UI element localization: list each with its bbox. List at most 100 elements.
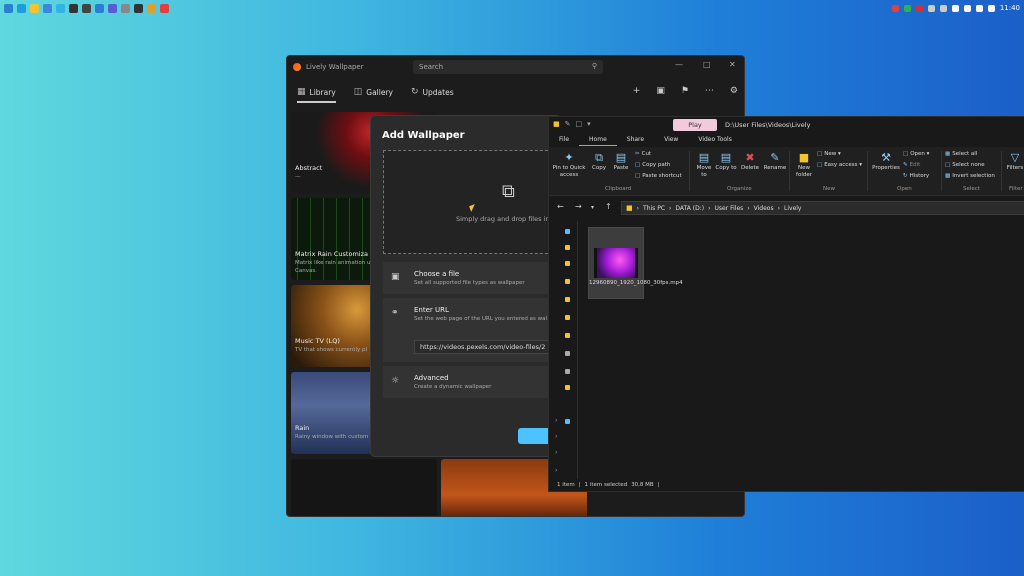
maximize-icon[interactable]: □ bbox=[703, 60, 711, 69]
quick-access-icon[interactable] bbox=[565, 229, 570, 234]
teams-icon[interactable] bbox=[108, 3, 117, 13]
copy-button[interactable]: ⧉ Copy bbox=[589, 151, 609, 172]
paste-shortcut-button[interactable]: □ Paste shortcut bbox=[635, 173, 682, 179]
lively-icon[interactable] bbox=[160, 3, 169, 13]
shortcut-icon: □ bbox=[635, 173, 641, 179]
tab-share[interactable]: Share bbox=[617, 134, 654, 146]
windows-icon[interactable] bbox=[4, 3, 13, 13]
paste-button[interactable]: ▤ Paste bbox=[611, 151, 631, 172]
folder-icon[interactable] bbox=[30, 3, 39, 13]
folder-icon[interactable] bbox=[565, 369, 570, 374]
close-icon[interactable]: ✕ bbox=[729, 60, 736, 69]
camera-icon[interactable] bbox=[939, 4, 947, 12]
store-icon[interactable] bbox=[82, 3, 91, 13]
address-bar[interactable]: ■ › This PC › DATA (D:) › User Files › V… bbox=[621, 201, 1024, 215]
copy-to-button[interactable]: ▤ Copy to bbox=[715, 151, 737, 172]
back-icon[interactable]: ← bbox=[557, 202, 564, 211]
select-none-button[interactable]: □ Select none bbox=[945, 162, 985, 168]
chevron-right-icon[interactable]: › bbox=[555, 467, 557, 474]
folder-icon[interactable] bbox=[565, 297, 570, 302]
cut-button[interactable]: ✂ Cut bbox=[635, 151, 651, 157]
volume-icon[interactable] bbox=[963, 4, 971, 12]
forward-icon[interactable]: → bbox=[575, 202, 582, 211]
video-thumbnail bbox=[594, 248, 638, 278]
drive-icon[interactable] bbox=[565, 419, 570, 424]
green-app-icon[interactable] bbox=[903, 4, 911, 12]
terminal-icon[interactable] bbox=[69, 3, 78, 13]
photos-icon[interactable] bbox=[56, 3, 65, 13]
flag-icon[interactable]: ⚑ bbox=[681, 86, 689, 96]
obs-icon[interactable] bbox=[134, 3, 143, 13]
wifi-icon[interactable] bbox=[951, 4, 959, 12]
filters-button[interactable]: ▽ Filters bbox=[1004, 151, 1024, 172]
app-tray-icon[interactable] bbox=[891, 4, 899, 12]
edge-icon[interactable] bbox=[17, 3, 26, 13]
tab-view[interactable]: View bbox=[654, 134, 688, 146]
gear-icon[interactable]: ⚙ bbox=[730, 86, 738, 96]
lively-search-input[interactable]: Search ⚲ bbox=[413, 60, 603, 74]
advanced-option[interactable]: ☼ Advanced Create a dynamic wallpaper bbox=[383, 366, 558, 398]
enter-url-option[interactable]: ⚭ Enter URL Set the web page of the URL … bbox=[383, 298, 561, 362]
history-button[interactable]: ↻ History bbox=[903, 173, 929, 179]
notifications-icon[interactable] bbox=[987, 4, 995, 12]
folder-icon[interactable] bbox=[565, 385, 570, 390]
pin-quick-access-button[interactable]: ✦ Pin to Quick access bbox=[551, 151, 587, 179]
breadcrumb-drive[interactable]: DATA (D:) bbox=[675, 205, 704, 212]
tab-updates[interactable]: ↻ Updates bbox=[411, 87, 454, 97]
folder-icon[interactable] bbox=[565, 351, 570, 356]
new-item-button[interactable]: □ New ▾ bbox=[817, 151, 841, 157]
folder-icon[interactable] bbox=[565, 315, 570, 320]
edit-button[interactable]: ✎ Edit bbox=[903, 162, 920, 168]
move-to-button[interactable]: ▤ Move to bbox=[693, 151, 715, 179]
new-folder-icon[interactable]: □ bbox=[576, 120, 583, 128]
file-item[interactable]: 12960890_1920_1080_30fps.mp4 bbox=[588, 227, 683, 299]
folder-icon[interactable] bbox=[565, 245, 570, 250]
choose-file-option[interactable]: ▣ Choose a file Set all supported file t… bbox=[383, 262, 558, 294]
wallpaper-card[interactable] bbox=[291, 459, 437, 516]
properties-button[interactable]: ⚒ Properties bbox=[871, 151, 901, 172]
easy-access-button[interactable]: □ Easy access ▾ bbox=[817, 162, 862, 168]
chevron-right-icon[interactable]: › bbox=[555, 433, 557, 440]
tab-library[interactable]: ▦ Library bbox=[297, 87, 336, 103]
red-app-icon[interactable] bbox=[915, 4, 923, 12]
play-tab[interactable]: Play bbox=[673, 119, 717, 131]
more-icon[interactable]: ⋯ bbox=[705, 86, 714, 96]
url-input[interactable]: https://videos.pexels.com/video-files/2 bbox=[414, 340, 561, 354]
tab-home[interactable]: Home bbox=[579, 134, 617, 146]
breadcrumb-this-pc[interactable]: This PC bbox=[643, 205, 665, 212]
mic-icon[interactable] bbox=[927, 4, 935, 12]
settings-icon[interactable] bbox=[121, 3, 130, 13]
properties-icon[interactable]: ✎ bbox=[565, 120, 571, 128]
folder-icon[interactable] bbox=[565, 279, 570, 284]
folder-icon[interactable] bbox=[565, 261, 570, 266]
new-folder-button[interactable]: ■ New folder bbox=[792, 151, 816, 179]
breadcrumb-user-files[interactable]: User Files bbox=[715, 205, 744, 212]
breadcrumb-videos[interactable]: Videos bbox=[754, 205, 774, 212]
up-icon[interactable]: ↑ bbox=[605, 202, 612, 211]
battery-icon[interactable] bbox=[975, 4, 983, 12]
clock[interactable]: 11:40 bbox=[1000, 4, 1020, 12]
chevron-right-icon[interactable]: › bbox=[555, 449, 557, 456]
search-icon[interactable]: ⚲ bbox=[592, 62, 597, 70]
delete-button[interactable]: ✖ Delete bbox=[739, 151, 761, 172]
chevron-right-icon[interactable]: › bbox=[555, 417, 557, 424]
drop-zone[interactable]: ⧉ Simply drag and drop files in bbox=[383, 150, 558, 254]
tab-file[interactable]: File bbox=[549, 134, 579, 146]
rename-button[interactable]: ✎ Rename bbox=[763, 151, 787, 172]
add-icon[interactable]: + bbox=[633, 86, 641, 96]
folder-icon[interactable] bbox=[565, 333, 570, 338]
chevron-down-icon[interactable]: ▾ bbox=[587, 120, 591, 128]
recent-chevron-icon[interactable]: ▾ bbox=[591, 204, 594, 211]
open-button[interactable]: □ Open ▾ bbox=[903, 151, 929, 157]
invert-selection-button[interactable]: ▩ Invert selection bbox=[945, 173, 995, 179]
vscode-icon[interactable] bbox=[95, 3, 104, 13]
breadcrumb-lively[interactable]: Lively bbox=[784, 205, 801, 212]
tab-video-tools[interactable]: Video Tools bbox=[688, 134, 742, 146]
select-all-button[interactable]: ▦ Select all bbox=[945, 151, 977, 157]
minimize-icon[interactable]: — bbox=[675, 60, 683, 69]
copy-path-button[interactable]: □ Copy path bbox=[635, 162, 670, 168]
chrome-icon[interactable] bbox=[147, 3, 156, 13]
mail-icon[interactable] bbox=[43, 3, 52, 13]
tab-gallery[interactable]: ◫ Gallery bbox=[354, 87, 393, 97]
monitor-icon[interactable]: ▣ bbox=[656, 86, 665, 96]
